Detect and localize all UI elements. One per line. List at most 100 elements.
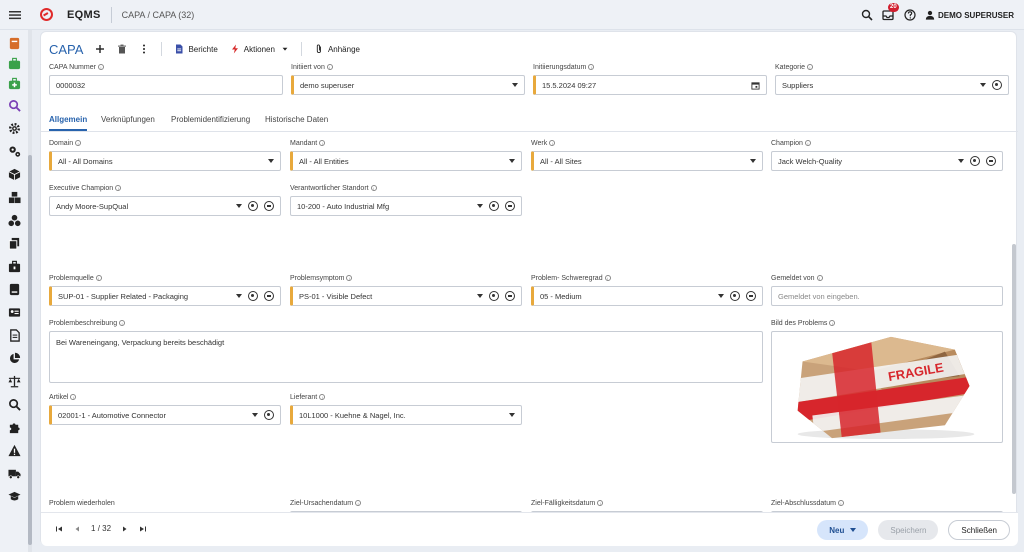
- sidebar-item-book[interactable]: [7, 282, 21, 296]
- sidebar-item-1[interactable]: [7, 36, 21, 50]
- notifications-button[interactable]: 20: [882, 2, 899, 22]
- clear-icon[interactable]: [505, 291, 515, 301]
- sidebar-item-truck[interactable]: [7, 466, 21, 480]
- plus-icon: [96, 45, 105, 53]
- lookup-icon[interactable]: [730, 291, 740, 301]
- sidebar-item-scale[interactable]: [7, 374, 21, 388]
- plant-select[interactable]: All - All Sites: [531, 151, 763, 171]
- supplier-select[interactable]: 10L1000 - Kuehne & Nagel, Inc.: [290, 405, 522, 425]
- problem-severity-select[interactable]: 05 - Medium: [531, 286, 763, 306]
- sidebar-item-search-2[interactable]: [7, 397, 21, 411]
- initiation-date-input[interactable]: 15.5.2024 09:27: [533, 75, 767, 95]
- initiated-by-select[interactable]: demo superuser: [291, 75, 525, 95]
- champion-field: Champion i Jack Welch-Quality: [771, 138, 1003, 171]
- clear-icon[interactable]: [505, 201, 515, 211]
- sidebar-item-3[interactable]: [7, 76, 21, 90]
- capa-number-input[interactable]: 0000032: [49, 75, 283, 95]
- book-icon: [9, 283, 19, 295]
- category-field: Kategorie i Suppliers: [775, 62, 1009, 95]
- delete-button[interactable]: [117, 44, 127, 54]
- clear-icon[interactable]: [986, 156, 996, 166]
- save-button[interactable]: Speichern: [878, 520, 939, 540]
- sidebar-item-cubes-2[interactable]: [7, 213, 21, 227]
- calendar-icon[interactable]: [751, 81, 760, 90]
- sidebar-item-2[interactable]: [7, 56, 21, 70]
- attachments-button[interactable]: Anhänge: [314, 44, 360, 54]
- initiated-by-label: Initiiert von: [291, 63, 325, 71]
- sidebar-item-chart[interactable]: [7, 351, 21, 365]
- close-button[interactable]: Schließen: [948, 520, 1010, 540]
- app-logo[interactable]: EQMS: [40, 8, 101, 21]
- lookup-icon[interactable]: [489, 291, 499, 301]
- sidebar-item-cubes[interactable]: [7, 190, 21, 204]
- sidebar-item-copy[interactable]: [7, 236, 21, 250]
- lookup-icon[interactable]: [992, 80, 1002, 90]
- category-select[interactable]: Suppliers: [775, 75, 1009, 95]
- help-icon[interactable]: [904, 9, 916, 21]
- lookup-icon[interactable]: [970, 156, 980, 166]
- sidebar-item-graduation[interactable]: [7, 489, 21, 503]
- new-button[interactable]: Neu: [817, 520, 869, 540]
- puzzle-icon: [9, 422, 20, 433]
- sidebar-item-gears[interactable]: [7, 144, 21, 158]
- responsible-site-select[interactable]: 10-200 - Auto Industrial Mfg: [290, 196, 522, 216]
- notification-badge: 20: [887, 2, 899, 12]
- champion-select[interactable]: Jack Welch-Quality: [771, 151, 1003, 171]
- sidebar-item-box[interactable]: [7, 167, 21, 181]
- form-scrollbar[interactable]: [1012, 244, 1016, 494]
- reported-by-input[interactable]: Gemeldet von eingeben.: [771, 286, 1003, 306]
- clear-icon[interactable]: [264, 201, 274, 211]
- first-page-icon[interactable]: [55, 525, 63, 533]
- damaged-package-image: FRAGILE: [797, 336, 975, 440]
- reports-button[interactable]: Berichte: [174, 44, 218, 54]
- page-title: CAPA: [49, 41, 84, 57]
- initiation-date-field: Initiierungsdatum i 15.5.2024 09:27: [533, 62, 767, 95]
- sidebar-item-settings[interactable]: [7, 121, 21, 135]
- actions-button[interactable]: Aktionen: [230, 44, 289, 54]
- sidebar-item-document[interactable]: [7, 328, 21, 342]
- sidebar-item-warning[interactable]: [7, 443, 21, 457]
- sidebar-scroll-thumb[interactable]: [28, 155, 32, 545]
- article-select[interactable]: 02001-1 - Automotive Connector: [49, 405, 281, 425]
- target-closing-date-field: Ziel-Abschlussdatum i: [771, 498, 1003, 512]
- next-page-icon[interactable]: [121, 525, 129, 533]
- problem-image[interactable]: FRAGILE: [771, 331, 1003, 443]
- lookup-icon[interactable]: [248, 291, 258, 301]
- sidebar-item-id-card[interactable]: [7, 305, 21, 319]
- initiated-by-field: Initiiert von i demo superuser: [291, 62, 525, 95]
- actions-label: Aktionen: [243, 44, 275, 54]
- search-icon[interactable]: [861, 9, 873, 21]
- problem-description-textarea[interactable]: Bei Wareneingang, Verpackung bereits bes…: [49, 331, 763, 383]
- problem-symptom-select[interactable]: PS-01 - Visible Defect: [290, 286, 522, 306]
- client-select[interactable]: All - All Entities: [290, 151, 522, 171]
- tab-historical-data[interactable]: Historische Daten: [265, 115, 328, 129]
- problem-source-select[interactable]: SUP-01 - Supplier Related - Packaging: [49, 286, 281, 306]
- domain-select[interactable]: All - All Domains: [49, 151, 281, 171]
- search-icon: [8, 398, 21, 411]
- info-icon: i: [119, 320, 126, 326]
- add-button[interactable]: [95, 44, 105, 54]
- top-bar: EQMS CAPA / CAPA (32) 20 DEMO SUPERUSER: [0, 0, 1024, 30]
- problem-image-field: Bild des Problems i FRAGILE: [771, 318, 1003, 443]
- more-button[interactable]: [139, 44, 149, 54]
- lookup-icon[interactable]: [248, 201, 258, 211]
- sidebar-item-puzzle[interactable]: [7, 420, 21, 434]
- lookup-icon[interactable]: [264, 410, 274, 420]
- chevron-down-icon: [268, 159, 274, 163]
- report-icon: [176, 44, 183, 54]
- tab-general[interactable]: Allgemein: [49, 115, 88, 131]
- sidebar-item-case[interactable]: [7, 259, 21, 273]
- chevron-down-icon: [509, 413, 515, 417]
- clear-icon[interactable]: [746, 291, 756, 301]
- tab-links[interactable]: Verknüpfungen: [101, 115, 155, 129]
- menu-button[interactable]: [0, 0, 30, 30]
- executive-champion-select[interactable]: Andy Moore-SupQual: [49, 196, 281, 216]
- user-menu[interactable]: DEMO SUPERUSER: [925, 10, 1014, 20]
- previous-page-icon[interactable]: [73, 525, 81, 533]
- lookup-icon[interactable]: [489, 201, 499, 211]
- tab-problem-identification[interactable]: Problemidentifizierung: [171, 115, 250, 129]
- last-page-icon[interactable]: [139, 525, 147, 533]
- clear-icon[interactable]: [264, 291, 274, 301]
- sidebar-scrollbar[interactable]: [28, 30, 32, 552]
- sidebar-item-search[interactable]: [7, 98, 21, 112]
